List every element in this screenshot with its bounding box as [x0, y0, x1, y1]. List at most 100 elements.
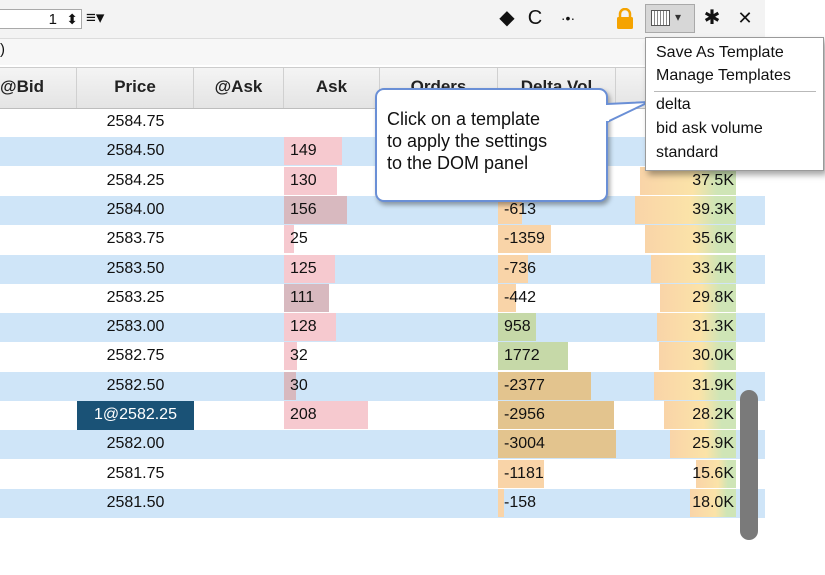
table-row[interactable]: 2582.75 32 1772 30.0K	[0, 342, 765, 371]
ask-cell[interactable]: 32	[284, 342, 380, 371]
price-value: 2583.00	[106, 318, 165, 336]
price-cell[interactable]: 2581.50	[77, 489, 194, 518]
ask-value: 130	[290, 171, 317, 189]
table-row[interactable]: 2583.25 111 -442 29.8K	[0, 283, 765, 313]
delta-vol-cell[interactable]: -442	[498, 283, 616, 313]
price-cell[interactable]: 2584.50	[77, 137, 194, 166]
ask-cell[interactable]	[284, 489, 380, 518]
quantity-value[interactable]: 1	[49, 11, 57, 28]
list-menu-icon[interactable]: ≡▾	[86, 8, 104, 28]
delta-vol-cell[interactable]: -736	[498, 254, 616, 284]
price-cell[interactable]: 2581.75	[77, 460, 194, 489]
delta-vol-cell[interactable]: -3004	[498, 430, 616, 459]
ask-cell[interactable]: 30	[284, 371, 380, 401]
volume-cell[interactable]: 33.4K	[616, 254, 736, 284]
price-value: 2584.50	[106, 142, 165, 160]
ask-cell[interactable]: 128	[284, 313, 380, 342]
ask-value: 208	[290, 406, 317, 423]
delta-vol-cell[interactable]: -2377	[498, 371, 616, 401]
menu-item-manage-templates[interactable]: Manage Templates	[656, 67, 791, 85]
price-cell[interactable]: 2583.25	[77, 284, 194, 313]
volume-cell[interactable]: 31.3K	[616, 313, 736, 342]
volume-cell[interactable]: 29.8K	[616, 283, 736, 313]
delta-vol-cell[interactable]: -2956	[498, 401, 616, 430]
price-cell[interactable]: 2584.25	[77, 167, 194, 196]
price-value: 2583.25	[106, 288, 165, 306]
price-value: 2584.00	[106, 200, 165, 218]
price-cell[interactable]: 2583.75	[77, 225, 194, 254]
volume-value: 39.3K	[692, 200, 734, 218]
table-row[interactable]: 1@2582.25 208 -2956 28.2K	[0, 401, 765, 430]
spinner-icon[interactable]: ⬍	[66, 10, 78, 28]
eraser-icon[interactable]: ◆	[496, 5, 518, 31]
menu-item-template-standard[interactable]: standard	[656, 144, 718, 162]
volume-cell[interactable]: 25.9K	[616, 430, 736, 459]
column-bid[interactable]: @Bid	[0, 68, 77, 108]
delta-vol-cell[interactable]: -1181	[498, 459, 616, 489]
price-cell[interactable]: 2582.75	[77, 342, 194, 371]
column-ask[interactable]: Ask	[284, 68, 380, 108]
price-value: 2581.50	[106, 493, 165, 511]
volume-cell[interactable]: 35.6K	[616, 225, 736, 254]
volume-value: 37.5K	[692, 171, 734, 189]
column-at-ask[interactable]: @Ask	[194, 68, 284, 108]
menu-item-save-as-template[interactable]: Save As Template	[656, 44, 784, 62]
close-icon[interactable]: ✕	[734, 5, 756, 31]
menu-item-template-delta[interactable]: delta	[656, 96, 691, 114]
table-row[interactable]: 2583.75 25 -1359 35.6K	[0, 225, 765, 254]
ask-cell[interactable]: 125	[284, 254, 380, 284]
gear-icon[interactable]: ✱	[701, 5, 723, 31]
delta-vol-cell[interactable]: -1359	[498, 225, 616, 254]
ask-cell[interactable]: 156	[284, 195, 380, 225]
ask-cell[interactable]: 208	[284, 401, 380, 430]
price-cell[interactable]: 2583.00	[77, 313, 194, 342]
price-cell[interactable]: 2582.50	[77, 372, 194, 401]
delta-vol-cell[interactable]: 1772	[498, 342, 616, 371]
menu-divider	[654, 91, 816, 92]
table-row[interactable]: 2582.50 30 -2377 31.9K	[0, 371, 765, 401]
ask-cell[interactable]: 25	[284, 225, 380, 254]
volume-cell[interactable]: 18.0K	[616, 488, 736, 518]
price-cell[interactable]: 2583.50	[77, 255, 194, 284]
price-cell[interactable]: 1@2582.25	[77, 401, 194, 430]
price-value: 2583.50	[106, 259, 165, 277]
table-row[interactable]: 2582.00 -3004 25.9K	[0, 430, 765, 460]
ask-cell[interactable]: 130	[284, 166, 380, 196]
delta-vol-value: -2377	[504, 376, 545, 394]
volume-value: 30.0K	[692, 347, 734, 365]
ask-value: 30	[290, 376, 308, 394]
price-cell[interactable]: 2584.75	[77, 108, 194, 137]
volume-cell[interactable]: 31.9K	[616, 371, 736, 401]
ask-cell[interactable]	[284, 460, 380, 489]
ask-cell[interactable]	[284, 430, 380, 459]
column-price[interactable]: Price	[77, 68, 194, 108]
volume-cell[interactable]: 15.6K	[616, 459, 736, 489]
price-cell[interactable]: 2584.00	[77, 196, 194, 225]
volume-cell[interactable]: 39.3K	[616, 195, 736, 225]
table-row[interactable]: 2581.75 -1181 15.6K	[0, 459, 765, 489]
lock-icon[interactable]	[614, 7, 636, 37]
refresh-icon[interactable]: C	[524, 5, 546, 31]
ask-value: 32	[290, 347, 308, 365]
volume-cell[interactable]: 28.2K	[616, 401, 736, 430]
delta-vol-value: -1359	[504, 230, 545, 248]
scrollbar[interactable]	[740, 390, 758, 540]
center-icon[interactable]: ·•·	[553, 5, 583, 31]
menu-item-template-bid-ask-volume[interactable]: bid ask volume	[656, 120, 763, 138]
delta-vol-cell[interactable]: -158	[498, 488, 616, 518]
price-cell[interactable]: 2582.00	[77, 430, 194, 459]
table-row[interactable]: 2583.00 128 958 31.3K	[0, 313, 765, 343]
ask-cell[interactable]	[284, 108, 380, 137]
ask-value: 149	[290, 142, 317, 160]
volume-cell[interactable]: 30.0K	[616, 342, 736, 371]
table-row[interactable]: 2581.50 -158 18.0K	[0, 488, 765, 518]
ask-cell[interactable]: 149	[284, 137, 380, 166]
delta-vol-cell[interactable]: 958	[498, 313, 616, 342]
toolbar: 1 ⬍ ≡▾ ◆ C ·•· ▾ ✱ ✕	[0, 0, 765, 39]
template-button[interactable]: ▾	[645, 4, 695, 33]
table-row[interactable]: 2583.50 125 -736 33.4K	[0, 254, 765, 284]
delta-vol-value: -613	[504, 200, 537, 218]
price-value: 1@2582.25	[94, 406, 177, 423]
ask-cell[interactable]: 111	[284, 283, 380, 313]
quantity-stepper[interactable]: 1 ⬍	[0, 9, 82, 29]
